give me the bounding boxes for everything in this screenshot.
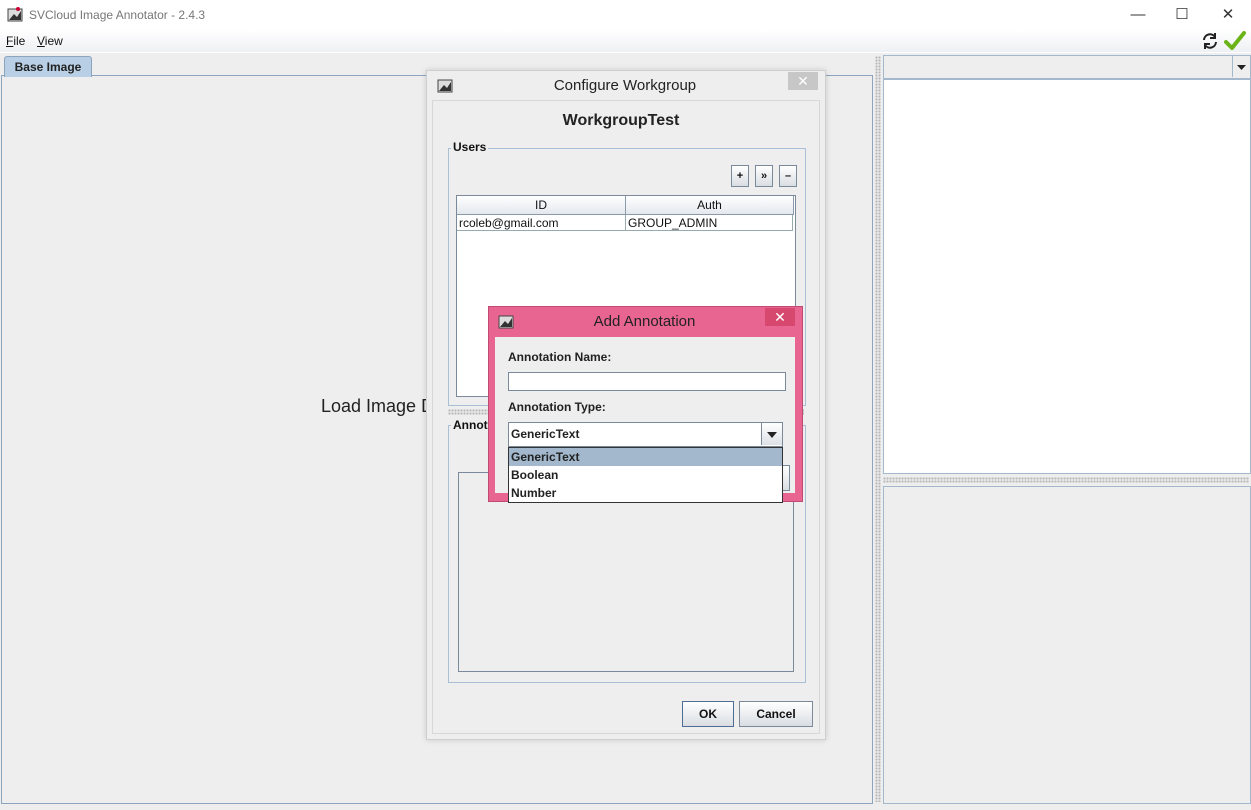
chevron-down-icon	[767, 432, 777, 438]
vertical-splitter[interactable]	[875, 56, 881, 802]
cancel-button[interactable]: Cancel	[739, 701, 813, 727]
forward-user-button[interactable]: »	[755, 165, 773, 187]
add-annotation-title: Add Annotation	[593, 313, 696, 330]
option-boolean[interactable]: Boolean	[509, 466, 782, 484]
menu-bar	[0, 30, 1251, 52]
annotation-type-selected: GenericText	[511, 427, 580, 441]
option-generictext[interactable]: GenericText	[509, 448, 782, 466]
add-user-button[interactable]: +	[731, 165, 749, 187]
annotation-name-input[interactable]	[508, 372, 786, 391]
check-icon[interactable]	[1224, 30, 1246, 52]
remove-user-button[interactable]: –	[779, 165, 797, 187]
workgroup-name: WorkgroupTest	[562, 112, 680, 129]
load-image-text: Load Image D	[321, 396, 435, 416]
minimize-button[interactable]: —	[1128, 5, 1148, 25]
right-combo-arrow-button[interactable]	[1232, 56, 1250, 77]
users-legend: Users	[451, 140, 489, 154]
add-annotation-close-button[interactable]: ✕	[765, 308, 795, 326]
menu-file-label: ile	[13, 34, 26, 48]
column-header-id[interactable]: ID	[457, 196, 626, 215]
table-cell-id[interactable]: rcoleb@gmail.com	[457, 215, 626, 231]
menu-view[interactable]: View	[37, 34, 63, 48]
tab-base-image[interactable]: Base Image	[4, 56, 92, 77]
chevron-down-icon	[1237, 65, 1246, 70]
maximize-button[interactable]: ☐	[1172, 5, 1192, 25]
menu-view-label: iew	[44, 34, 63, 48]
ok-button[interactable]: OK	[682, 701, 734, 727]
menu-file[interactable]: File	[6, 34, 25, 48]
column-header-auth[interactable]: Auth	[626, 196, 794, 215]
annotations-legend: Annot	[451, 418, 490, 432]
dialog-close-button[interactable]: ✕	[788, 72, 818, 90]
menu-view-mnemonic: V	[37, 34, 45, 48]
horizontal-splitter-right[interactable]	[883, 477, 1249, 483]
table-cell-auth[interactable]: GROUP_ADMIN	[626, 215, 793, 231]
annotation-type-arrow-button[interactable]	[761, 423, 782, 445]
close-window-button[interactable]: ✕	[1218, 5, 1238, 25]
dialog-title: Configure Workgroup	[553, 77, 697, 94]
right-panel-combobox[interactable]	[883, 55, 1251, 79]
annotation-type-label: Annotation Type:	[508, 400, 606, 414]
right-list-panel[interactable]	[883, 79, 1251, 474]
app-icon	[7, 7, 23, 22]
window-title: SVCloud Image Annotator - 2.4.3	[29, 8, 206, 22]
annotation-name-label: Annotation Name:	[508, 350, 612, 364]
right-bottom-panel	[883, 486, 1251, 804]
refresh-icon[interactable]	[1200, 31, 1220, 51]
option-number[interactable]: Number	[509, 484, 782, 502]
